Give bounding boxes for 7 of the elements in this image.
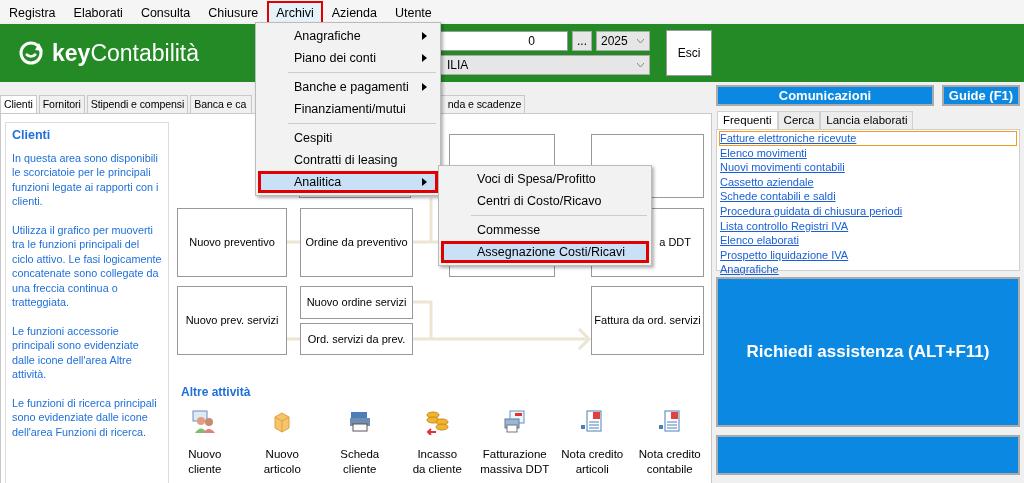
info-text: Utilizza il grafico per muoverti tra le funzioni principali del ciclo attivo. Le fasi logicamente concatenate sono collegate da una freccia continua o tratteggiata. — [12, 222, 162, 310]
section-title: Altre attività — [181, 384, 252, 401]
info-text: In questa area sono disponibili le scorciatoie per le principali funzioni legate ai rapporti con i clienti. — [12, 150, 160, 209]
info-title: Clienti — [12, 128, 52, 143]
info-text: Le funzioni accessorie principali sono evidenziate dalle icone dell'area Altre attività. — [12, 323, 140, 382]
info-text: Le funzioni di ricerca principali sono evidenziate dalle icone dell'area Funzioni di ricerca. — [12, 395, 158, 439]
logo: keyContabilità — [52, 38, 200, 68]
